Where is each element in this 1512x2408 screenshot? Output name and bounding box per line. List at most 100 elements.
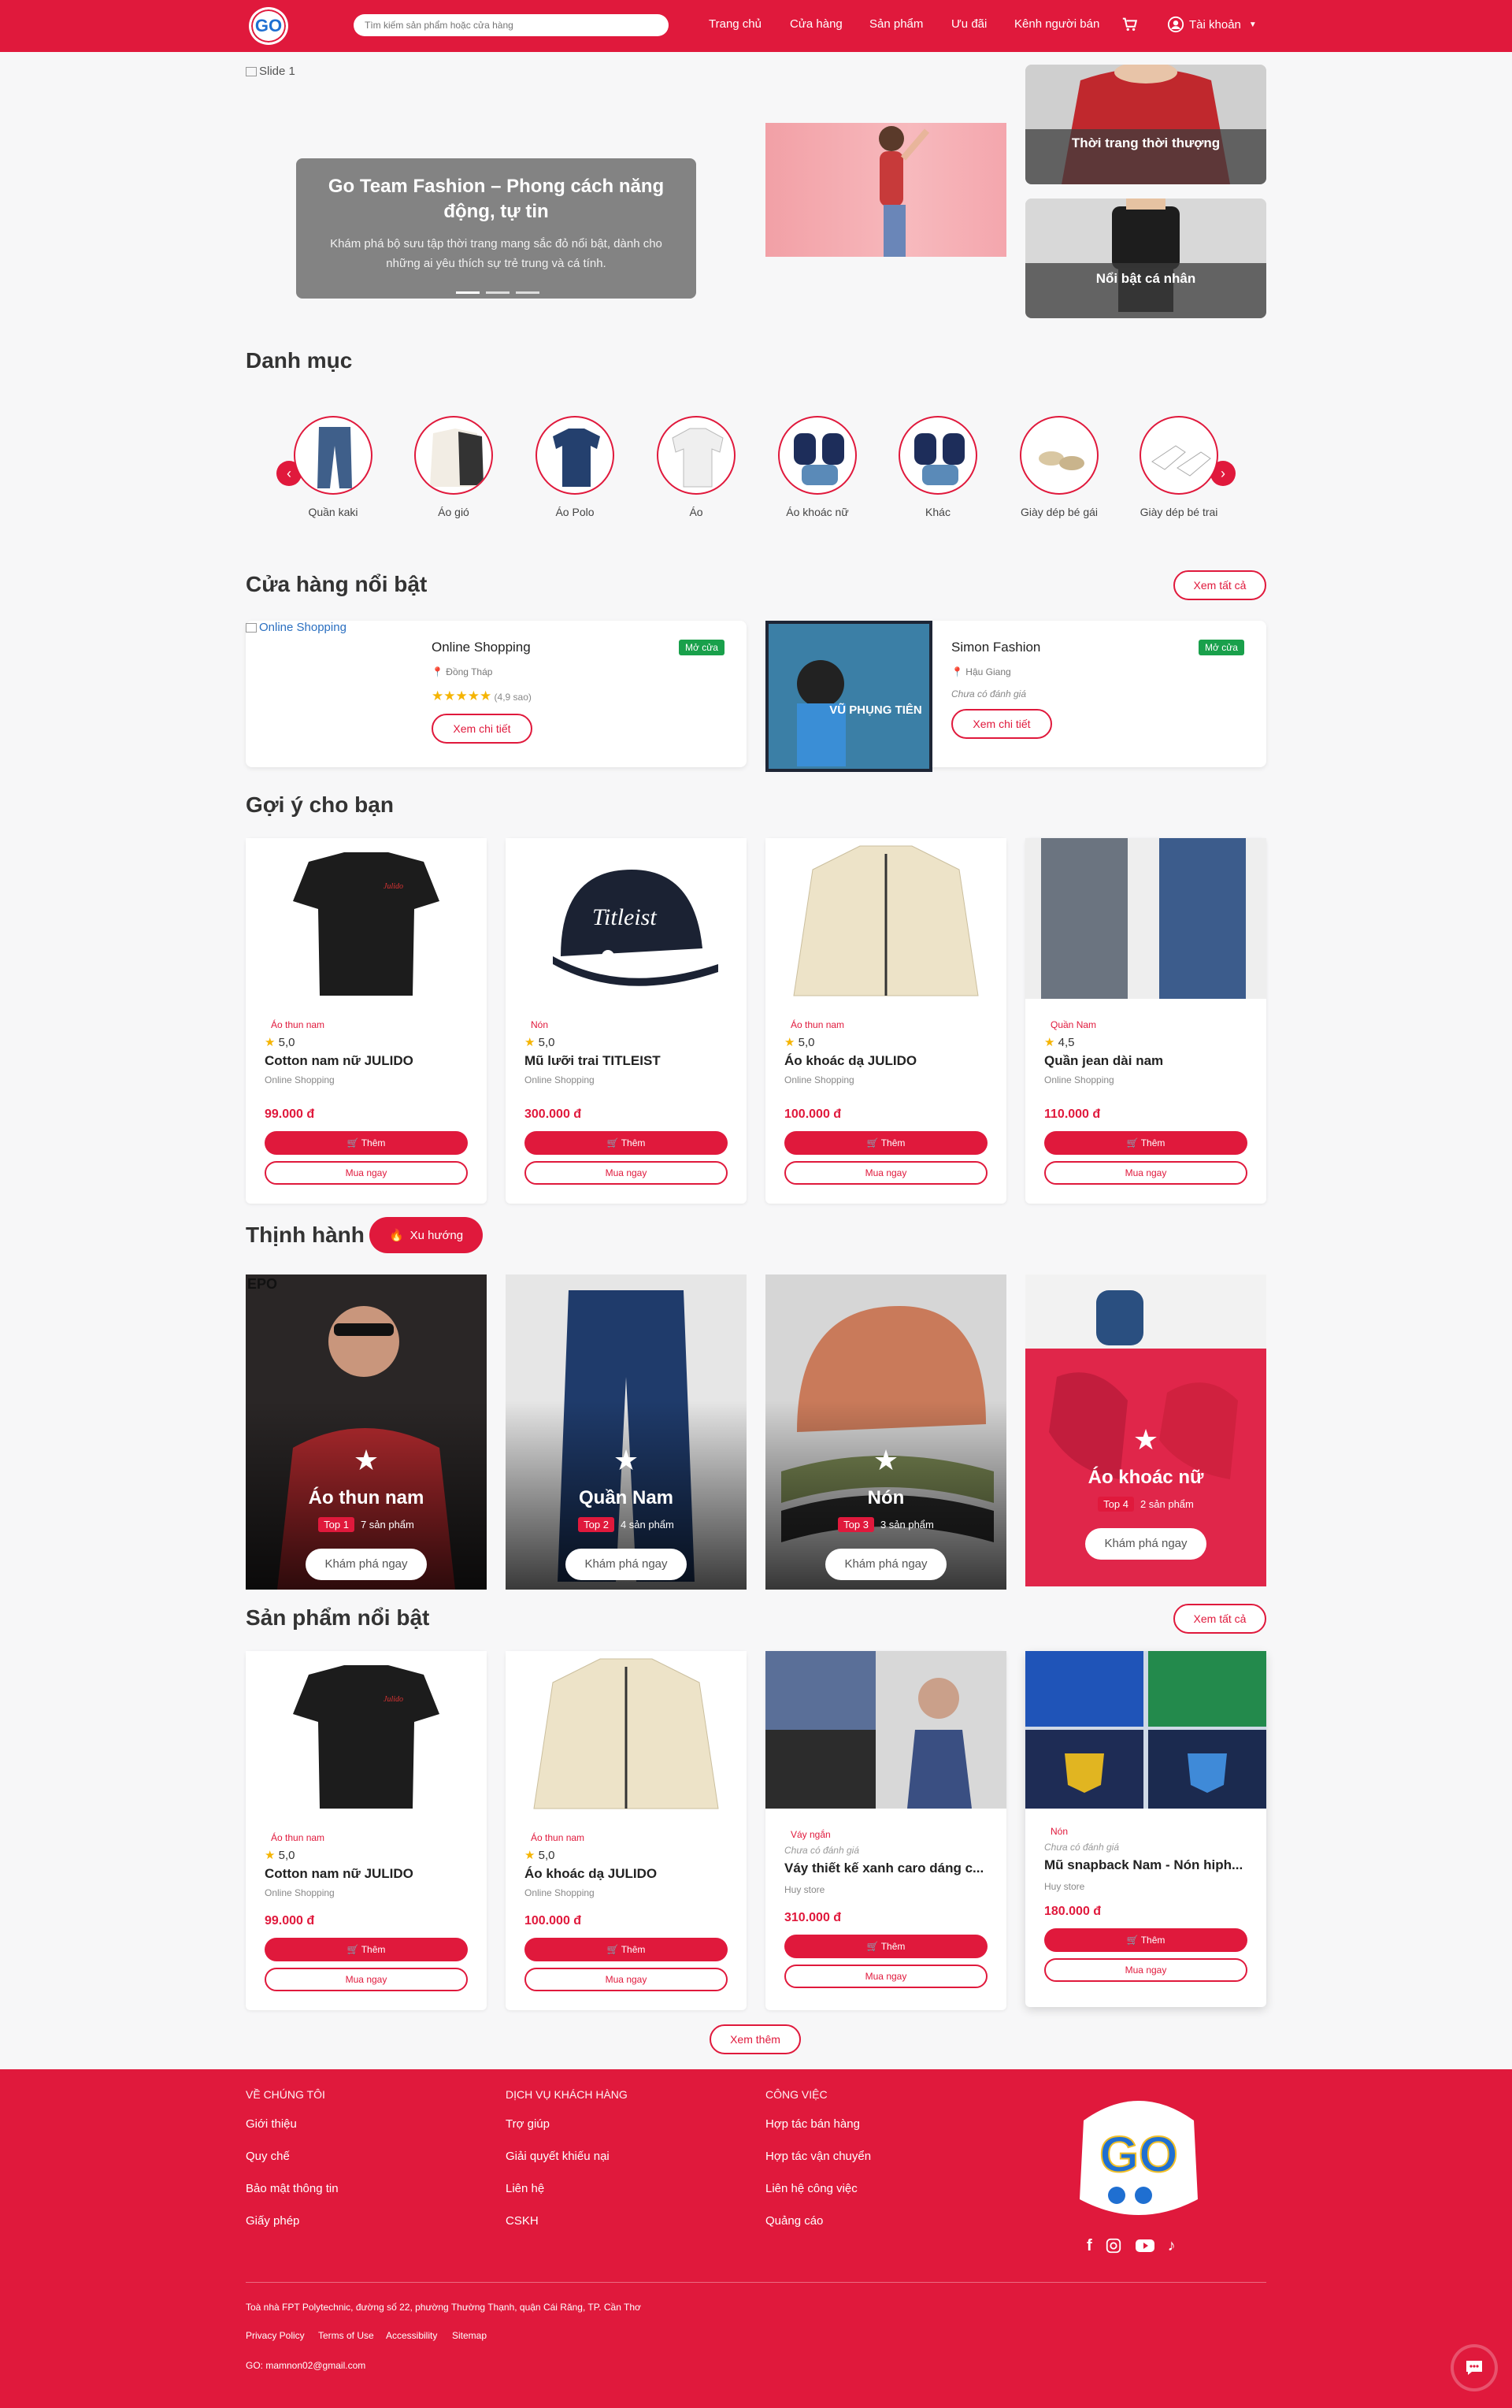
product-name[interactable]: Áo khoác dạ JULIDO [524,1866,729,1882]
category-item[interactable]: Khác [895,416,981,518]
product-name[interactable]: Mũ snapback Nam - Nón hiph... [1044,1857,1249,1873]
shop-detail-button[interactable]: Xem chi tiết [432,714,532,744]
youtube-icon[interactable] [1135,2237,1155,2254]
footer-link[interactable]: Bảo mật thông tin [246,2182,339,2195]
buy-now-button[interactable]: Mua ngay [265,1161,468,1185]
category-item[interactable]: Áo Polo [532,416,618,518]
carousel-indicators[interactable] [456,291,539,294]
footer-policy-link[interactable]: Privacy Policy [246,2330,305,2341]
footer-link[interactable]: Liên hệ công việc [765,2182,858,2195]
buy-now-button[interactable]: Mua ngay [1044,1958,1247,1982]
footer-link[interactable]: Hợp tác bán hàng [765,2117,860,2131]
category-item[interactable]: Áo gió [410,416,497,518]
load-more-button[interactable]: Xem thêm [710,2024,801,2054]
product-name[interactable]: Váy thiết kế xanh caro dáng c... [784,1861,989,1876]
product-name[interactable]: Áo khoác dạ JULIDO [784,1053,989,1069]
site-logo[interactable]: GO [249,7,288,45]
search-input[interactable] [354,14,669,36]
explore-button[interactable]: Khám phá ngay [565,1549,687,1580]
trending-meta: Top 24 sản phẩm [506,1517,747,1532]
footer-link[interactable]: Hợp tác vận chuyển [765,2150,871,2163]
product-name[interactable]: Cotton nam nữ JULIDO [265,1866,469,1882]
trend-pill-button[interactable]: 🔥 Xu hướng [369,1217,483,1253]
instagram-icon[interactable] [1105,2237,1122,2254]
product-card[interactable]: Julido Áo thun nam ★ 5,0 Cotton nam nữ J… [246,838,487,1204]
category-item[interactable]: Áo [653,416,739,518]
explore-button[interactable]: Khám phá ngay [825,1549,947,1580]
trending-card[interactable]: EPO ★ Áo thun nam Top 17 sản phẩm Khám p… [246,1274,487,1590]
footer-link[interactable]: Liên hệ [506,2182,544,2195]
buy-now-button[interactable]: Mua ngay [265,1968,468,1991]
nav-home[interactable]: Trang chủ [709,17,762,31]
footer-link[interactable]: Quy chế [246,2150,290,2163]
star-icon: ★★★★★ [432,688,492,703]
nav-products[interactable]: Sản phẩm [869,17,923,31]
tiktok-icon[interactable]: ♪ [1168,2237,1176,2255]
shop-detail-button[interactable]: Xem chi tiết [951,709,1052,739]
account-label: Tài khoản [1189,17,1241,32]
add-to-cart-button[interactable]: 🛒 Thêm [524,1938,728,1961]
footer-link[interactable]: Giải quyết khiếu nại [506,2150,610,2163]
shops-see-all-button[interactable]: Xem tất cả [1173,570,1266,600]
product-name[interactable]: Cotton nam nữ JULIDO [265,1053,469,1069]
carousel-dot[interactable] [486,291,510,294]
add-to-cart-button[interactable]: 🛒 Thêm [784,1131,988,1155]
side-banner-trend[interactable]: Thời trang thời thượng [1025,65,1266,184]
buy-now-button[interactable]: Mua ngay [784,1161,988,1185]
product-name[interactable]: Quần jean dài nam [1044,1053,1249,1069]
category-item[interactable]: Giày dép bé trai [1136,416,1222,518]
nav-deals[interactable]: Ưu đãi [951,17,987,31]
shop-card[interactable]: VŨ PHỤNG TIÊN Simon Fashion Mở cửa 📍 Hậu… [765,621,1266,772]
add-to-cart-button[interactable]: 🛒 Thêm [265,1938,468,1961]
explore-button[interactable]: Khám phá ngay [1085,1528,1206,1560]
buy-now-button[interactable]: Mua ngay [524,1968,728,1991]
buy-now-button[interactable]: Mua ngay [784,1965,988,1988]
category-item[interactable]: Quần kaki [290,416,376,518]
trending-card[interactable]: ★ Quần Nam Top 24 sản phẩm Khám phá ngay [506,1274,747,1590]
footer-accessibility-link[interactable]: Accessibility [386,2330,437,2341]
product-shop: Online Shopping [265,1887,335,1898]
add-to-cart-button[interactable]: 🛒 Thêm [265,1131,468,1155]
trending-card[interactable]: ★ Nón Top 33 sản phẩm Khám phá ngay [765,1274,1006,1590]
nav-shops[interactable]: Cửa hàng [790,17,843,31]
product-card[interactable]: Titleist Nón ★ 5,0 Mũ lưỡi trai TITLEIST… [506,838,747,1204]
product-card[interactable]: Julido Áo thun nam ★ 5,0 Cotton nam nữ J… [246,1651,487,2010]
add-to-cart-button[interactable]: 🛒 Thêm [1044,1928,1247,1952]
carousel-dot[interactable] [516,291,539,294]
footer-link[interactable]: CSKH [506,2214,539,2228]
product-card[interactable]: Nón Chưa có đánh giá Mũ snapback Nam - N… [1025,1651,1266,2007]
footer-link[interactable]: Trợ giúp [506,2117,550,2131]
trending-name: Quần Nam [578,1487,674,1508]
footer-sitemap-link[interactable]: Sitemap [452,2330,487,2341]
product-card[interactable]: Áo thun nam ★ 5,0 Áo khoác dạ JULIDO Onl… [506,1651,747,2010]
footer-link[interactable]: Giới thiệu [246,2117,297,2131]
add-to-cart-button[interactable]: 🛒 Thêm [524,1131,728,1155]
product-card[interactable]: Quần Nam ★ 4,5 Quần jean dài nam Online … [1025,838,1266,1204]
shop-card[interactable]: Online Shopping Online Shopping Mở cửa 📍… [246,621,747,767]
hero-caption-title: Go Team Fashion – Phong cách năng động, … [328,176,665,222]
star-icon: ★ [613,1444,639,1476]
footer-terms-link[interactable]: Terms of Use [318,2330,374,2341]
buy-now-button[interactable]: Mua ngay [524,1161,728,1185]
account-menu[interactable]: Tài khoản ▼ [1167,16,1257,33]
product-name[interactable]: Mũ lưỡi trai TITLEIST [524,1053,729,1069]
product-card[interactable]: Váy ngắn Chưa có đánh giá Váy thiết kế x… [765,1651,1006,2010]
footer-link[interactable]: Giấy phép [246,2214,299,2228]
cart-icon[interactable] [1121,16,1139,33]
buy-now-button[interactable]: Mua ngay [1044,1161,1247,1185]
explore-button[interactable]: Khám phá ngay [306,1549,427,1580]
carousel-dot[interactable] [456,291,480,294]
category-item[interactable]: Giày dép bé gái [1016,416,1102,518]
add-to-cart-button[interactable]: 🛒 Thêm [784,1935,988,1958]
facebook-icon[interactable]: f [1087,2237,1092,2255]
trending-card[interactable]: ★ Áo khoác nữ Top 42 sản phẩm Khám phá n… [1025,1274,1266,1586]
svg-text:VŨ PHỤNG TIÊN: VŨ PHỤNG TIÊN [829,703,922,717]
category-item[interactable]: Áo khoác nữ [774,416,861,518]
nav-seller-channel[interactable]: Kênh người bán [1014,17,1099,31]
footer-link[interactable]: Quảng cáo [765,2214,823,2228]
featured-see-all-button[interactable]: Xem tất cả [1173,1604,1266,1634]
side-banner-personal[interactable]: Nổi bật cá nhân [1025,199,1266,318]
product-card[interactable]: Áo thun nam ★ 5,0 Áo khoác dạ JULIDO Onl… [765,838,1006,1204]
add-to-cart-button[interactable]: 🛒 Thêm [1044,1131,1247,1155]
chat-button[interactable] [1454,2347,1495,2388]
